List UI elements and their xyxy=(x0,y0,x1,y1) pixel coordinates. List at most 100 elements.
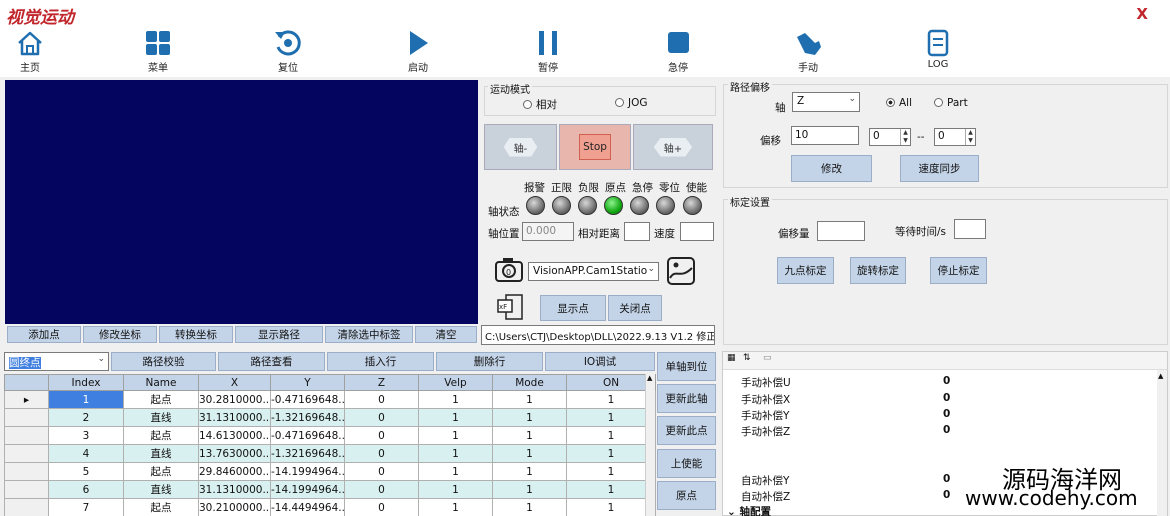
calib-offset-field[interactable] xyxy=(817,221,865,241)
table-cell[interactable]: 1 xyxy=(492,480,567,499)
table-cell[interactable]: 0 xyxy=(344,462,419,481)
table-cell[interactable]: 0 xyxy=(344,480,419,499)
column-header[interactable]: ON xyxy=(566,374,656,391)
axis-minus-button[interactable]: 轴- xyxy=(484,124,557,170)
table-cell[interactable]: 1 xyxy=(566,480,656,499)
table-cell[interactable]: 2 xyxy=(48,408,124,427)
spin-arrows-icon[interactable]: ▲ ▼ xyxy=(900,129,910,145)
table-cell[interactable]: -0.47169648... xyxy=(270,426,345,445)
prop-value[interactable]: 0 xyxy=(943,473,950,485)
axis-config-section[interactable]: ⌄ 轴配置 xyxy=(727,504,771,516)
table-row[interactable]: 6 直线 31.1310000... -14.1994964... 0 1 1 1 xyxy=(4,480,656,499)
speed-sync-button[interactable]: 速度同步 xyxy=(900,155,979,182)
categorized-icon[interactable]: ▦ xyxy=(727,353,736,363)
toolbar-manual-button[interactable]: 手动 xyxy=(778,29,838,74)
column-header[interactable]: Y xyxy=(270,374,345,391)
row-header[interactable] xyxy=(4,462,49,481)
table-cell[interactable]: 1 xyxy=(566,390,656,409)
table-cell[interactable]: 4 xyxy=(48,444,124,463)
update-point-button[interactable]: 更新此点 xyxy=(657,416,716,445)
table-cell[interactable]: 31.1310000... xyxy=(198,480,271,499)
table-cell[interactable]: 1 xyxy=(418,462,493,481)
table-cell[interactable]: 6 xyxy=(48,480,124,499)
relative-radio[interactable]: 相对 xyxy=(523,97,557,112)
table-cell[interactable]: 0 xyxy=(344,498,419,516)
table-row[interactable]: 3 起点 14.6130000... -0.47169648... 0 1 1 1 xyxy=(4,426,656,445)
table-cell[interactable]: -14.1994964... xyxy=(270,480,345,499)
insert-row-button[interactable]: 插入行 xyxy=(327,352,434,371)
toolbar-menu-button[interactable]: 菜单 xyxy=(128,29,188,74)
scroll-up-icon[interactable]: ▲ xyxy=(647,374,652,382)
toolbar-estop-button[interactable]: 急停 xyxy=(648,29,708,74)
nine-point-calibration-button[interactable]: 九点标定 xyxy=(777,257,834,284)
update-axis-button[interactable]: 更新此轴 xyxy=(657,384,716,413)
speed-field[interactable] xyxy=(680,222,714,241)
table-cell[interactable]: 起点 xyxy=(123,390,199,409)
sort-icon[interactable]: ⇅ xyxy=(743,353,751,363)
prop-value[interactable]: 0 xyxy=(943,408,950,420)
export-icon[interactable]: xF xyxy=(496,294,524,320)
clear-button[interactable]: 清空 xyxy=(415,326,477,343)
column-header[interactable]: Velp xyxy=(418,374,493,391)
table-cell[interactable]: 1 xyxy=(566,408,656,427)
scroll-up-icon[interactable]: ▲ xyxy=(1158,372,1163,380)
table-cell[interactable]: 直线 xyxy=(123,408,199,427)
table-cell[interactable]: 直线 xyxy=(123,480,199,499)
close-points-button[interactable]: 关闭点 xyxy=(608,295,662,321)
table-row[interactable]: 5 起点 29.8460000... -14.1994964... 0 1 1 1 xyxy=(4,462,656,481)
table-cell[interactable]: 1 xyxy=(492,426,567,445)
add-point-button[interactable]: 添加点 xyxy=(7,326,81,343)
row-header[interactable] xyxy=(4,426,49,445)
table-cell[interactable]: 0 xyxy=(344,408,419,427)
axis-plus-button[interactable]: 轴+ xyxy=(633,124,713,170)
property-pages-icon[interactable]: ▭ xyxy=(763,353,772,363)
table-scrollbar[interactable]: ▲ xyxy=(645,374,655,516)
table-cell[interactable]: 1 xyxy=(566,444,656,463)
table-cell[interactable]: 0 xyxy=(344,444,419,463)
toolbar-start-button[interactable]: 启动 xyxy=(388,29,448,74)
table-cell[interactable]: 起点 xyxy=(123,426,199,445)
relative-distance-field[interactable] xyxy=(624,222,650,241)
table-cell[interactable]: 1 xyxy=(566,498,656,516)
column-header[interactable]: Mode xyxy=(492,374,567,391)
table-cell[interactable]: 29.8460000... xyxy=(198,462,271,481)
all-radio[interactable]: All xyxy=(886,97,912,109)
table-cell[interactable]: 13.7630000... xyxy=(198,444,271,463)
convert-coords-button[interactable]: 转换坐标 xyxy=(159,326,233,343)
table-cell[interactable]: 1 xyxy=(566,426,656,445)
enable-on-button[interactable]: 上使能 xyxy=(657,449,716,478)
table-cell[interactable]: 14.6130000... xyxy=(198,426,271,445)
table-cell[interactable]: 7 xyxy=(48,498,124,516)
row-header[interactable] xyxy=(4,408,49,427)
modify-button[interactable]: 修改 xyxy=(791,155,872,182)
camera-icon[interactable]: 0 xyxy=(494,256,524,284)
stop-button[interactable]: Stop xyxy=(559,124,631,170)
column-header[interactable]: X xyxy=(198,374,271,391)
clear-selected-labels-button[interactable]: 清除选中标签 xyxy=(325,326,413,343)
prop-value[interactable]: 0 xyxy=(943,392,950,404)
prop-value[interactable]: 0 xyxy=(943,424,950,436)
table-cell[interactable]: 1 xyxy=(418,444,493,463)
path-type-select[interactable]: 圆终点 ⌄ xyxy=(4,352,109,371)
offset-spin-start[interactable]: 0 ▲ ▼ xyxy=(869,128,911,146)
axis-select[interactable]: Z ⌄ xyxy=(792,92,860,112)
table-cell[interactable]: 0 xyxy=(344,426,419,445)
row-header[interactable] xyxy=(4,498,49,516)
io-debug-button[interactable]: IO调试 xyxy=(545,352,655,371)
show-path-button[interactable]: 显示路径 xyxy=(235,326,323,343)
origin-button[interactable]: 原点 xyxy=(657,481,716,510)
table-cell[interactable]: 1 xyxy=(492,408,567,427)
show-points-button[interactable]: 显示点 xyxy=(540,295,606,321)
modify-coords-button[interactable]: 修改坐标 xyxy=(83,326,157,343)
column-header[interactable]: Index xyxy=(48,374,124,391)
table-row[interactable]: 2 直线 31.1310000... -1.32169648... 0 1 1 1 xyxy=(4,408,656,427)
table-cell[interactable]: 1 xyxy=(492,462,567,481)
table-cell[interactable]: 30.2810000... xyxy=(198,390,271,409)
offset-spin-end[interactable]: 0 ▲ ▼ xyxy=(934,128,976,146)
table-cell[interactable]: 1 xyxy=(418,498,493,516)
image-icon[interactable] xyxy=(666,256,696,286)
table-cell[interactable]: -0.47169648... xyxy=(270,390,345,409)
table-cell[interactable]: 起点 xyxy=(123,498,199,516)
table-cell[interactable]: -1.32169648... xyxy=(270,408,345,427)
toolbar-log-button[interactable]: LOG xyxy=(908,29,968,70)
